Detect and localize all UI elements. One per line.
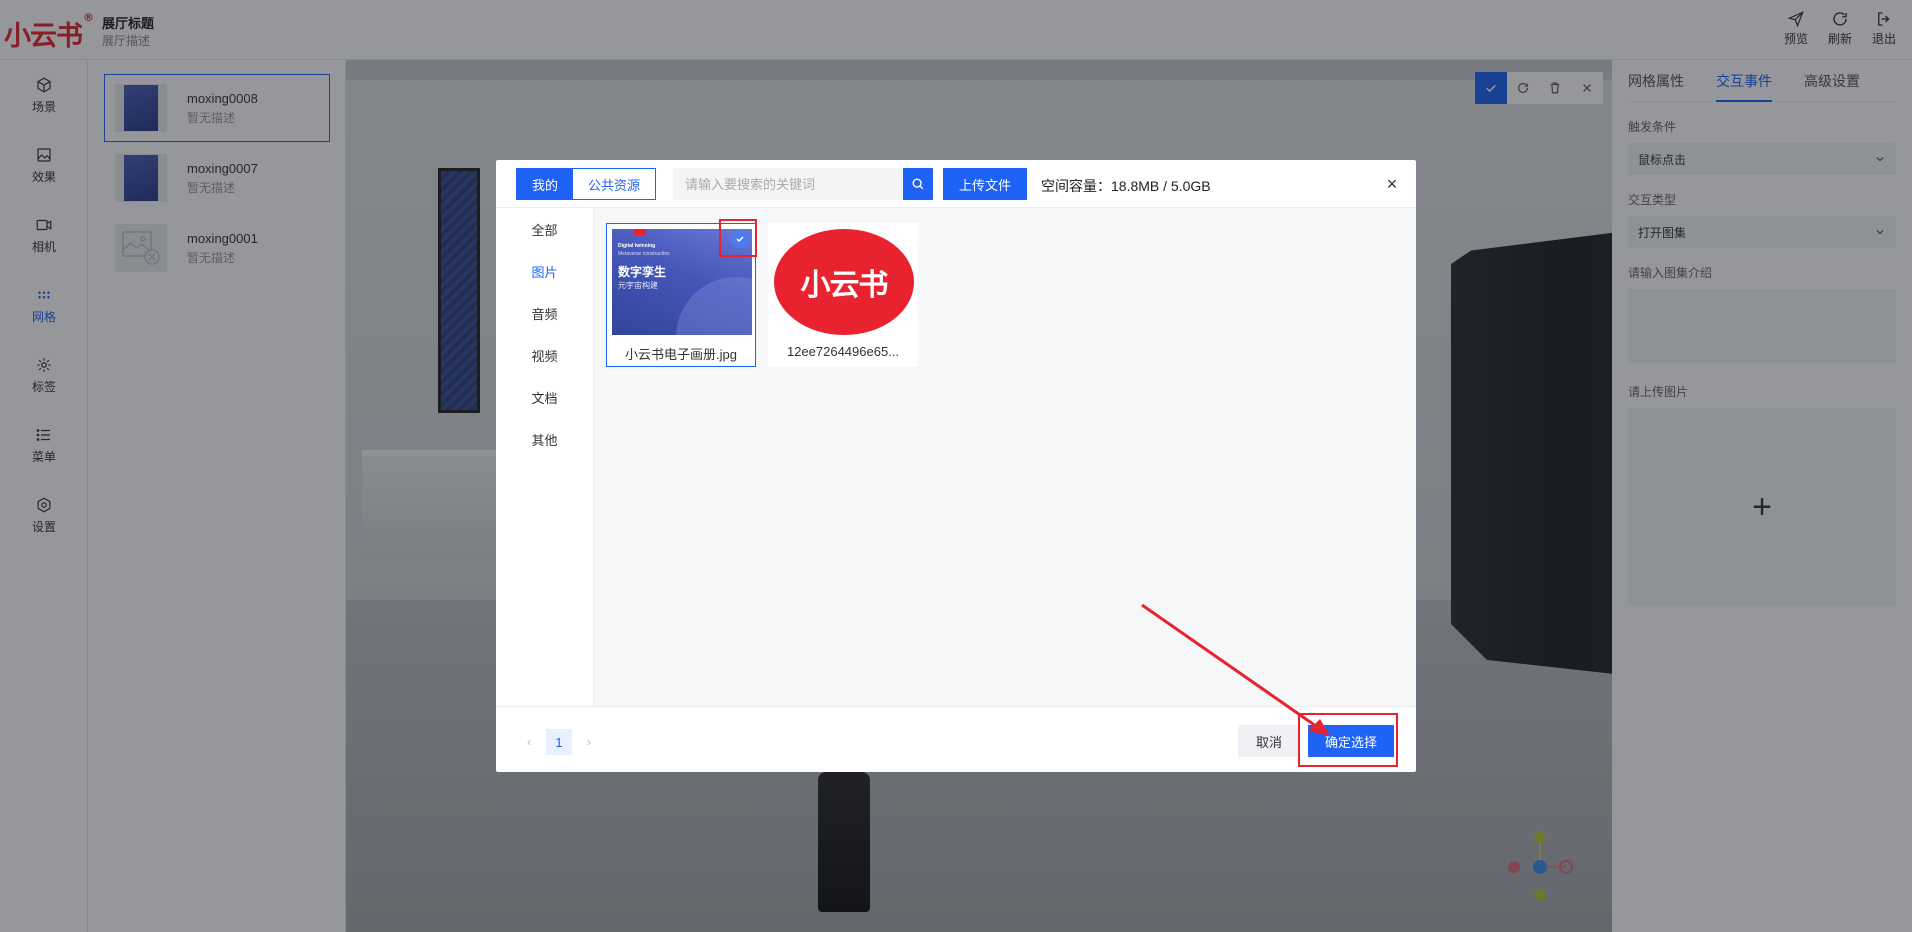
search-button[interactable] xyxy=(903,168,933,200)
close-icon[interactable]: × xyxy=(1382,174,1402,194)
search-box xyxy=(673,168,933,200)
resource-source-toggle: 我的 公共资源 xyxy=(516,168,657,200)
category-all[interactable]: 全部 xyxy=(496,208,593,250)
cover-text: Digital twinning xyxy=(618,243,656,249)
brochure-red-tag xyxy=(634,229,646,235)
file-name: 12ee7264496e65... xyxy=(786,344,900,359)
file-thumbnail: 小云书 xyxy=(774,229,914,335)
file-card[interactable]: Digital twinning Metaverse construction … xyxy=(606,219,757,367)
file-card[interactable]: 小云书 12ee7264496e65... xyxy=(768,223,918,367)
prev-page-icon[interactable]: ‹ xyxy=(520,730,538,754)
tab-my-resources[interactable]: 我的 xyxy=(517,169,574,199)
brochure-decoration xyxy=(676,277,752,335)
highlight-box xyxy=(719,219,757,257)
tab-public-resources[interactable]: 公共资源 xyxy=(573,169,655,199)
cover-subtitle: 元宇宙构建 xyxy=(618,281,658,290)
pagination: ‹ 1 › xyxy=(520,729,598,755)
storage-capacity: 空间容量：18.8MB / 5.0GB xyxy=(1041,178,1211,194)
next-page-icon[interactable]: › xyxy=(580,730,598,754)
upload-file-button[interactable]: 上传文件 xyxy=(943,168,1028,200)
brand-logo-image: 小云书 xyxy=(774,229,914,335)
category-images[interactable]: 图片 xyxy=(496,250,593,292)
cancel-button[interactable]: 取消 xyxy=(1238,725,1300,757)
category-sidebar: 全部 图片 音频 视频 文档 其他 xyxy=(496,208,594,706)
search-icon xyxy=(912,178,924,190)
resource-picker-dialog: 我的 公共资源 上传文件 空间容量：18.8MB / 5.0GB × 全部 图片… xyxy=(496,160,1416,772)
file-name: 小云书电子画册.jpg xyxy=(625,347,737,362)
cover-title: 数字孪生 xyxy=(618,265,667,279)
confirm-selection-button[interactable]: 确定选择 xyxy=(1308,725,1394,757)
page-number[interactable]: 1 xyxy=(546,729,572,755)
dialog-toolbar: 我的 公共资源 上传文件 空间容量：18.8MB / 5.0GB × xyxy=(496,160,1416,208)
search-input[interactable] xyxy=(673,168,903,200)
app-root: 小云书® 展厅标题 展厅描述 预览 刷新 退出 场景 效果 相机 网格 标签 菜… xyxy=(0,0,1912,932)
file-grid: Digital twinning Metaverse construction … xyxy=(594,208,1416,706)
category-documents[interactable]: 文档 xyxy=(496,376,593,418)
category-audio[interactable]: 音频 xyxy=(496,292,593,334)
category-video[interactable]: 视频 xyxy=(496,334,593,376)
dialog-footer: ‹ 1 › 取消 确定选择 xyxy=(496,706,1416,772)
cover-text: Metaverse construction xyxy=(618,251,670,257)
category-other[interactable]: 其他 xyxy=(496,418,593,460)
